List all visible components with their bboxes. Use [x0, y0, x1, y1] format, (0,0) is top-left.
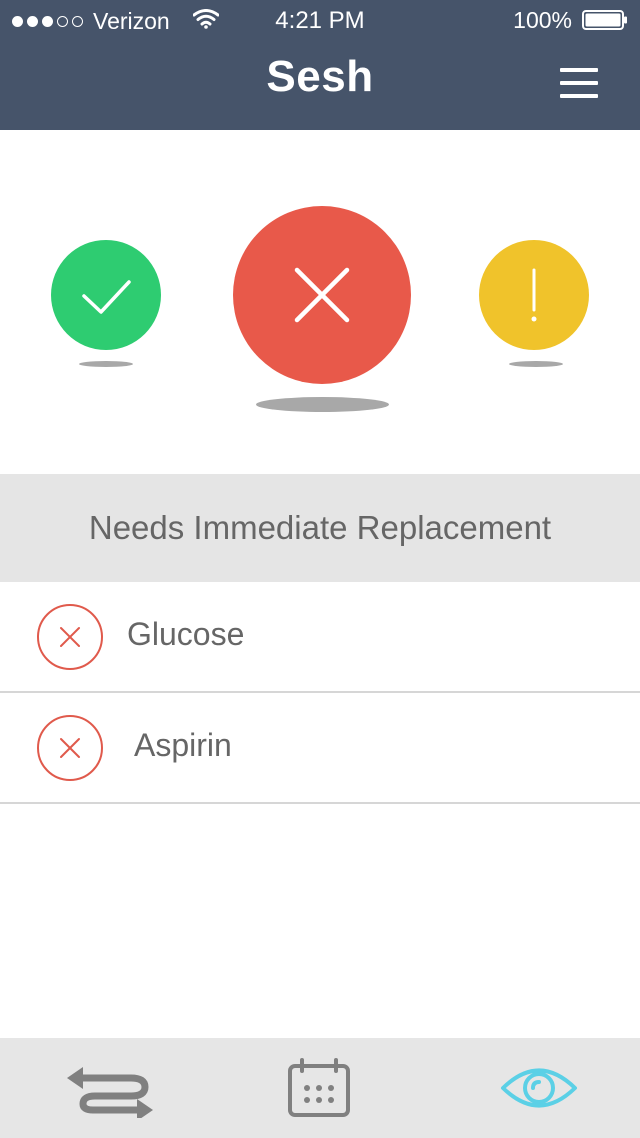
x-icon	[294, 267, 350, 323]
tab-transfer[interactable]	[50, 1038, 170, 1138]
x-circle-icon	[37, 604, 103, 670]
status-ok-button[interactable]	[51, 240, 161, 350]
status-replace-button[interactable]	[233, 206, 411, 384]
status-bar: Verizon 4:21 PM 100%	[0, 0, 640, 40]
status-warning-button[interactable]	[479, 240, 589, 350]
item-label: Glucose	[127, 616, 245, 652]
section-title: Needs Immediate Replacement	[88, 509, 552, 546]
circle-shadow	[509, 361, 563, 367]
item-label: Aspirin	[134, 727, 232, 763]
circle-shadow	[256, 397, 389, 412]
checkmark-icon	[82, 280, 131, 314]
app-header: Verizon 4:21 PM 100% Sesh	[0, 0, 640, 130]
menu-bar	[560, 94, 598, 98]
list-item[interactable]: Aspirin	[0, 693, 640, 804]
battery-percentage: 100%	[513, 7, 572, 33]
medication-list: Glucose Aspirin	[0, 582, 640, 804]
exclamation-icon	[531, 268, 537, 322]
tab-calendar[interactable]	[259, 1038, 379, 1138]
hamburger-menu-button[interactable]	[560, 68, 600, 100]
tab-view[interactable]	[479, 1038, 599, 1138]
bottom-tab-bar	[0, 1038, 640, 1138]
app-title: Sesh	[266, 52, 374, 101]
menu-bar	[560, 68, 598, 72]
battery-icon	[582, 10, 627, 30]
list-item[interactable]: Glucose	[0, 582, 640, 693]
section-header: Needs Immediate Replacement	[0, 474, 640, 582]
circle-shadow	[79, 361, 133, 367]
menu-bar	[560, 81, 598, 85]
x-circle-icon	[37, 715, 103, 781]
calendar-icon	[288, 1058, 350, 1117]
eye-icon	[501, 1068, 577, 1108]
transfer-arrows-icon	[67, 1067, 153, 1118]
